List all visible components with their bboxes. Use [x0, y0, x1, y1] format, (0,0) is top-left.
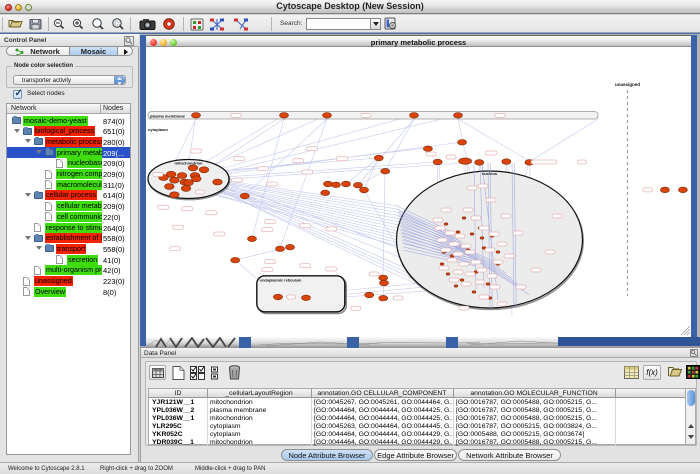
svg-text:endoplasmic reticulum: endoplasmic reticulum: [260, 279, 302, 283]
svg-text:mitochondrion: mitochondrion: [175, 161, 204, 166]
svg-text:nucleus: nucleus: [482, 171, 498, 176]
svg-text:plasma membrane: plasma membrane: [150, 114, 186, 119]
svg-text:unassigned: unassigned: [615, 82, 640, 87]
svg-text:cytoplasm: cytoplasm: [148, 127, 168, 132]
